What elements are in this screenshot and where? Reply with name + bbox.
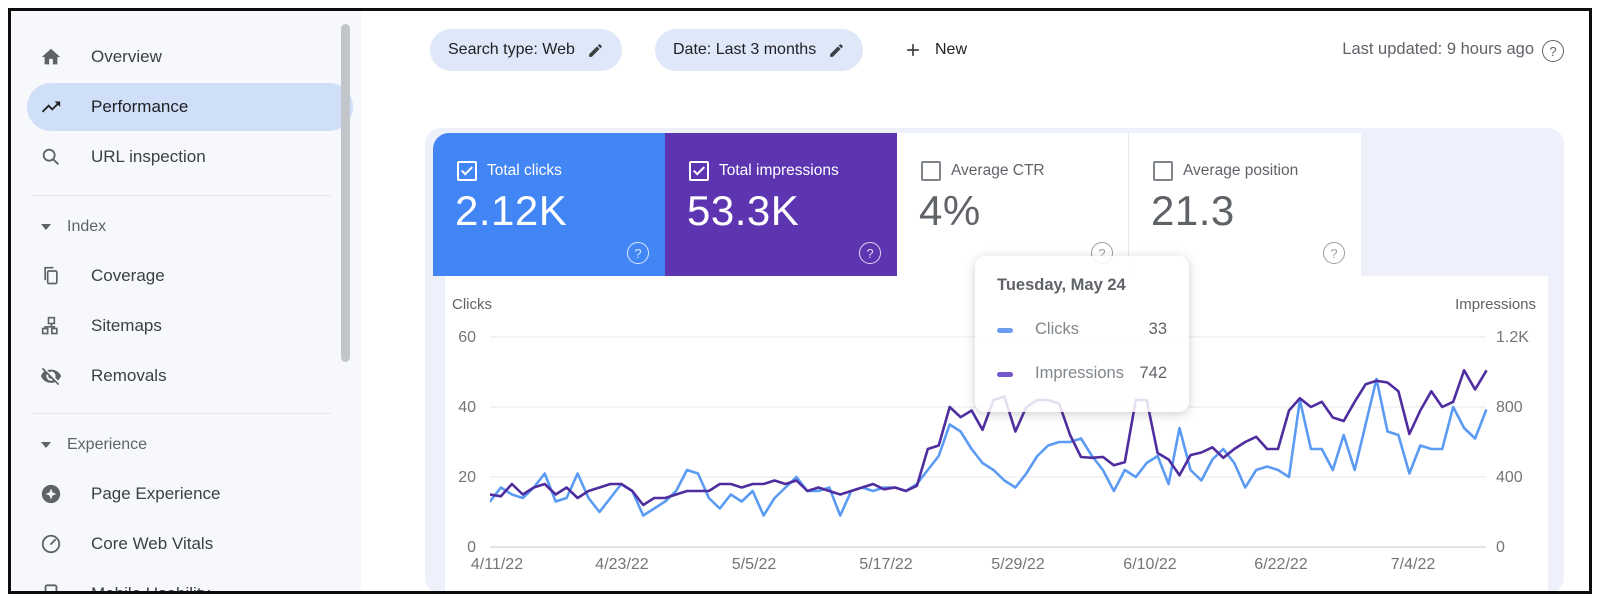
phone-icon bbox=[39, 582, 63, 591]
checkbox-unchecked-icon[interactable] bbox=[921, 161, 941, 181]
tooltip-row-value: 742 bbox=[1139, 364, 1167, 383]
sidebar-divider bbox=[31, 195, 331, 196]
average-position-card[interactable]: Average position 21.3 bbox=[1128, 133, 1361, 276]
x-tick: 4/11/22 bbox=[452, 556, 542, 574]
sidebar-item-sitemaps[interactable]: Sitemaps bbox=[11, 301, 351, 351]
sidebar-item-url-inspection[interactable]: URL inspection bbox=[11, 132, 351, 182]
y-tick: 40 bbox=[430, 399, 476, 417]
tooltip-row-value: 33 bbox=[1149, 320, 1167, 339]
y-tick: 60 bbox=[430, 329, 476, 347]
search-type-chip-label: Search type: Web bbox=[448, 41, 575, 59]
pencil-icon bbox=[828, 42, 845, 59]
last-updated-text: Last updated: 9 hours ago bbox=[1342, 40, 1534, 59]
sidebar-scrollbar[interactable] bbox=[341, 24, 350, 362]
search-icon bbox=[39, 145, 63, 169]
tooltip-row-label: Impressions bbox=[1035, 364, 1124, 383]
section-header-label: Index bbox=[67, 218, 106, 236]
sidebar-item-label: Coverage bbox=[91, 266, 165, 286]
star-circle-icon bbox=[39, 482, 63, 506]
y-tick: 20 bbox=[430, 469, 476, 487]
x-tick: 6/22/22 bbox=[1236, 556, 1326, 574]
new-button-label: New bbox=[935, 41, 967, 59]
card-label: Average position bbox=[1183, 162, 1298, 180]
left-axis-title: Clicks bbox=[452, 296, 492, 313]
search-type-chip[interactable]: Search type: Web bbox=[430, 29, 622, 71]
card-value: 4% bbox=[919, 187, 981, 235]
sidebar-item-performance[interactable]: Performance bbox=[11, 82, 351, 132]
sidebar-item-label: Overview bbox=[91, 47, 162, 67]
sidebar-item-overview[interactable]: Overview bbox=[11, 32, 351, 82]
tooltip-date: Tuesday, May 24 bbox=[997, 276, 1126, 295]
impressions-series-swatch bbox=[997, 372, 1013, 377]
help-icon[interactable] bbox=[859, 242, 881, 264]
trending-up-icon bbox=[39, 95, 63, 119]
x-tick: 7/4/22 bbox=[1368, 556, 1458, 574]
card-value: 2.12K bbox=[455, 187, 567, 235]
new-filter-button[interactable]: New bbox=[893, 29, 977, 71]
sidebar-section-index[interactable]: Index bbox=[11, 207, 351, 247]
checkbox-unchecked-icon[interactable] bbox=[1153, 161, 1173, 181]
card-label: Average CTR bbox=[951, 162, 1045, 180]
card-value: 53.3K bbox=[687, 187, 799, 235]
help-icon[interactable] bbox=[627, 242, 649, 264]
sidebar: Overview Performance URL inspection Inde… bbox=[11, 11, 361, 591]
sitemap-icon bbox=[39, 314, 63, 338]
clicks-series-swatch bbox=[997, 328, 1013, 333]
x-tick: 4/23/22 bbox=[577, 556, 667, 574]
help-icon[interactable] bbox=[1323, 242, 1345, 264]
sidebar-item-mobile-usability[interactable]: Mobile Usability bbox=[11, 569, 351, 591]
x-tick: 5/29/22 bbox=[973, 556, 1063, 574]
y2-tick: 400 bbox=[1496, 469, 1523, 487]
card-value: 21.3 bbox=[1151, 187, 1235, 235]
chevron-down-icon bbox=[41, 442, 51, 448]
total-impressions-card[interactable]: Total impressions 53.3K bbox=[665, 133, 897, 276]
tooltip-row-label: Clicks bbox=[1035, 320, 1079, 339]
card-label: Total clicks bbox=[487, 162, 562, 180]
chevron-down-icon bbox=[41, 224, 51, 230]
sidebar-item-label: Mobile Usability bbox=[91, 584, 210, 591]
sidebar-item-label: Performance bbox=[91, 97, 188, 117]
total-clicks-card[interactable]: Total clicks 2.12K bbox=[433, 133, 665, 276]
date-chip-label: Date: Last 3 months bbox=[673, 41, 816, 59]
y2-tick: 1.2K bbox=[1496, 329, 1529, 347]
x-tick: 5/17/22 bbox=[841, 556, 931, 574]
plus-icon bbox=[903, 40, 923, 60]
sidebar-item-page-experience[interactable]: Page Experience bbox=[11, 469, 351, 519]
y2-tick: 800 bbox=[1496, 399, 1523, 417]
y2-tick: 0 bbox=[1496, 539, 1505, 557]
checkbox-checked-icon[interactable] bbox=[689, 161, 709, 181]
sidebar-item-label: Sitemaps bbox=[91, 316, 162, 336]
copy-pages-icon bbox=[39, 264, 63, 288]
right-axis-title: Impressions bbox=[1436, 296, 1536, 313]
sidebar-divider bbox=[31, 413, 331, 414]
sidebar-item-label: URL inspection bbox=[91, 147, 206, 167]
sidebar-section-experience[interactable]: Experience bbox=[11, 425, 351, 465]
sidebar-item-removals[interactable]: Removals bbox=[11, 351, 351, 401]
pencil-icon bbox=[587, 42, 604, 59]
sidebar-item-core-web-vitals[interactable]: Core Web Vitals bbox=[11, 519, 351, 569]
sidebar-item-label: Page Experience bbox=[91, 484, 220, 504]
checkbox-checked-icon[interactable] bbox=[457, 161, 477, 181]
home-icon bbox=[39, 45, 63, 69]
sidebar-item-label: Core Web Vitals bbox=[91, 534, 213, 554]
sidebar-item-coverage[interactable]: Coverage bbox=[11, 251, 351, 301]
card-label: Total impressions bbox=[719, 162, 839, 180]
chart-tooltip: Tuesday, May 24 Clicks 33 Impressions 74… bbox=[975, 256, 1189, 412]
gauge-icon bbox=[39, 532, 63, 556]
sidebar-item-label: Removals bbox=[91, 366, 167, 386]
eye-off-icon bbox=[39, 364, 63, 388]
y-tick: 0 bbox=[430, 539, 476, 557]
x-tick: 6/10/22 bbox=[1105, 556, 1195, 574]
help-icon[interactable] bbox=[1542, 40, 1564, 62]
section-header-label: Experience bbox=[67, 436, 147, 454]
x-tick: 5/5/22 bbox=[709, 556, 799, 574]
date-range-chip[interactable]: Date: Last 3 months bbox=[655, 29, 863, 71]
average-ctr-card[interactable]: Average CTR 4% bbox=[897, 133, 1129, 276]
